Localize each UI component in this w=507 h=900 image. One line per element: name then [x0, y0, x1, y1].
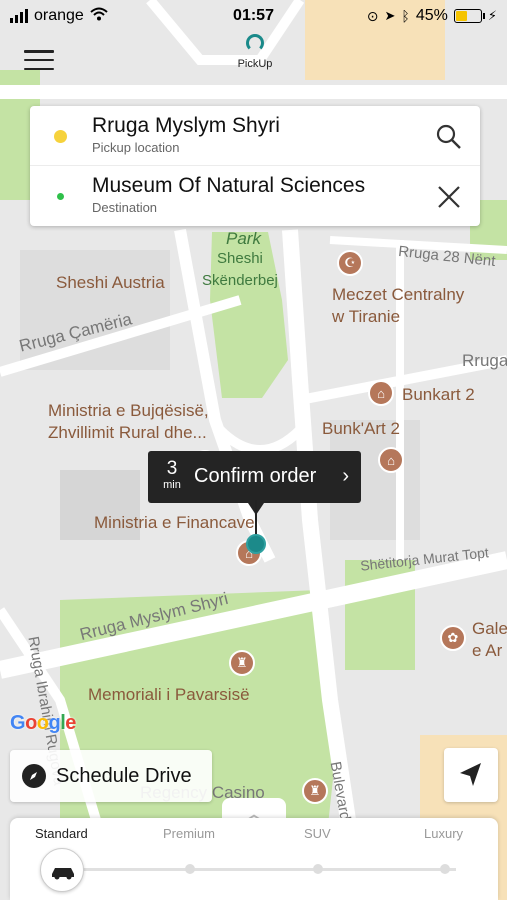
carrier-label: orange [34, 7, 84, 24]
navigation-arrow-icon [460, 763, 481, 786]
eta-unit: min [163, 479, 181, 491]
destination-row[interactable]: Museum Of Natural Sciences Destination [30, 166, 480, 226]
status-left: orange [10, 7, 108, 26]
route-card: Rruga Myslym Shyri Pickup location Museu… [30, 106, 480, 226]
pickup-dot-icon [54, 130, 67, 143]
pickup-sub: Pickup location [92, 140, 180, 155]
schedule-drive-label: Schedule Drive [56, 765, 192, 787]
map-label-bunkart-art-2: Bunk'Art 2 [322, 419, 400, 438]
signal-icon [10, 9, 28, 23]
map-label-ministria-bujqesise: Ministria e Bujqësisë, Zhvillimit Rural … [48, 401, 209, 442]
google-attribution: Google [10, 712, 76, 735]
google-attribution-text: Google [10, 712, 76, 734]
compass-icon [22, 764, 46, 788]
vehicle-selector: Standard Premium SUV Luxury [10, 818, 498, 900]
map-label-meczet: Meczet Centralny w Tiranie [332, 285, 465, 326]
destination-name: Museum Of Natural Sciences [92, 174, 366, 197]
tier-slider-track[interactable] [66, 868, 456, 871]
tier-luxury[interactable]: Luxury [424, 826, 463, 841]
charging-icon: ⚡ [487, 8, 497, 23]
mosque-poi-icon[interactable]: ☪ [337, 250, 363, 276]
museum-poi-icon-2[interactable]: ⌂ [378, 447, 404, 473]
logo-icon [246, 34, 264, 52]
map-label-gale: Gale e Ar [472, 619, 507, 660]
pin-stem [255, 500, 257, 536]
app-logo: PickUp [232, 34, 278, 78]
map-label-rruga-right: Rruga [462, 351, 507, 370]
close-icon[interactable] [434, 182, 464, 212]
car-icon [52, 868, 74, 880]
pickup-name: Rruga Myslym Shyri [92, 114, 280, 137]
logo-label: PickUp [237, 58, 273, 70]
pickup-row[interactable]: Rruga Myslym Shyri Pickup location [30, 106, 480, 166]
tier-slider-thumb[interactable] [40, 848, 84, 892]
status-bar: orange 01:57 ⊙ ➤ ᛒ 45% ⚡ [0, 0, 507, 32]
destination-dot-icon [57, 193, 64, 200]
map-label-bunkart-2: Bunkart 2 [402, 385, 475, 404]
battery-icon [453, 9, 485, 23]
tier-tick-luxury[interactable] [440, 864, 450, 874]
search-icon[interactable] [434, 122, 464, 152]
tier-tick-suv[interactable] [313, 864, 323, 874]
tier-suv[interactable]: SUV [304, 826, 331, 841]
orientation-lock-icon: ⊙ [366, 7, 379, 24]
tier-standard[interactable]: Standard [35, 826, 88, 841]
map-label-memoriali: Memoriali i Pavarsisë [88, 685, 250, 704]
schedule-drive-button[interactable]: Schedule Drive [10, 750, 212, 802]
destination-sub: Destination [92, 200, 158, 215]
battery-percent: 45% [415, 7, 448, 24]
map-label-park: Park [226, 229, 261, 248]
location-services-icon: ➤ [384, 8, 396, 23]
menu-button[interactable] [24, 48, 54, 72]
museum-poi-icon[interactable]: ⌂ [368, 380, 394, 406]
tier-tick-premium[interactable] [185, 864, 195, 874]
map-label-sheshi-skenderbej: Sheshi Skënderbej [202, 250, 278, 289]
bluetooth-icon: ᛒ [401, 8, 410, 24]
clock: 01:57 [233, 7, 274, 24]
map-label-ministria-financave: Ministria e Financave [94, 513, 255, 532]
hamburger-icon [24, 50, 54, 53]
casino-poi-icon[interactable]: ♜ [302, 778, 328, 804]
wifi-icon [90, 7, 108, 26]
confirm-order-label: Confirm order [194, 465, 317, 487]
chevron-right-icon: › [342, 465, 349, 487]
map-label-sheshi-austria: Sheshi Austria [56, 273, 165, 292]
my-location-button[interactable] [444, 748, 498, 802]
monument-poi-icon[interactable]: ♜ [229, 650, 255, 676]
gallery-poi-icon[interactable]: ✿ [440, 625, 466, 651]
tier-premium[interactable]: Premium [163, 826, 215, 841]
eta-minutes: 3 [166, 458, 178, 479]
pickup-pin-icon[interactable] [246, 534, 266, 554]
status-right: ⊙ ➤ ᛒ 45% ⚡ [367, 7, 497, 25]
eta: 3 min [160, 458, 184, 492]
confirm-order-button[interactable]: 3 min Confirm order › [148, 451, 361, 515]
